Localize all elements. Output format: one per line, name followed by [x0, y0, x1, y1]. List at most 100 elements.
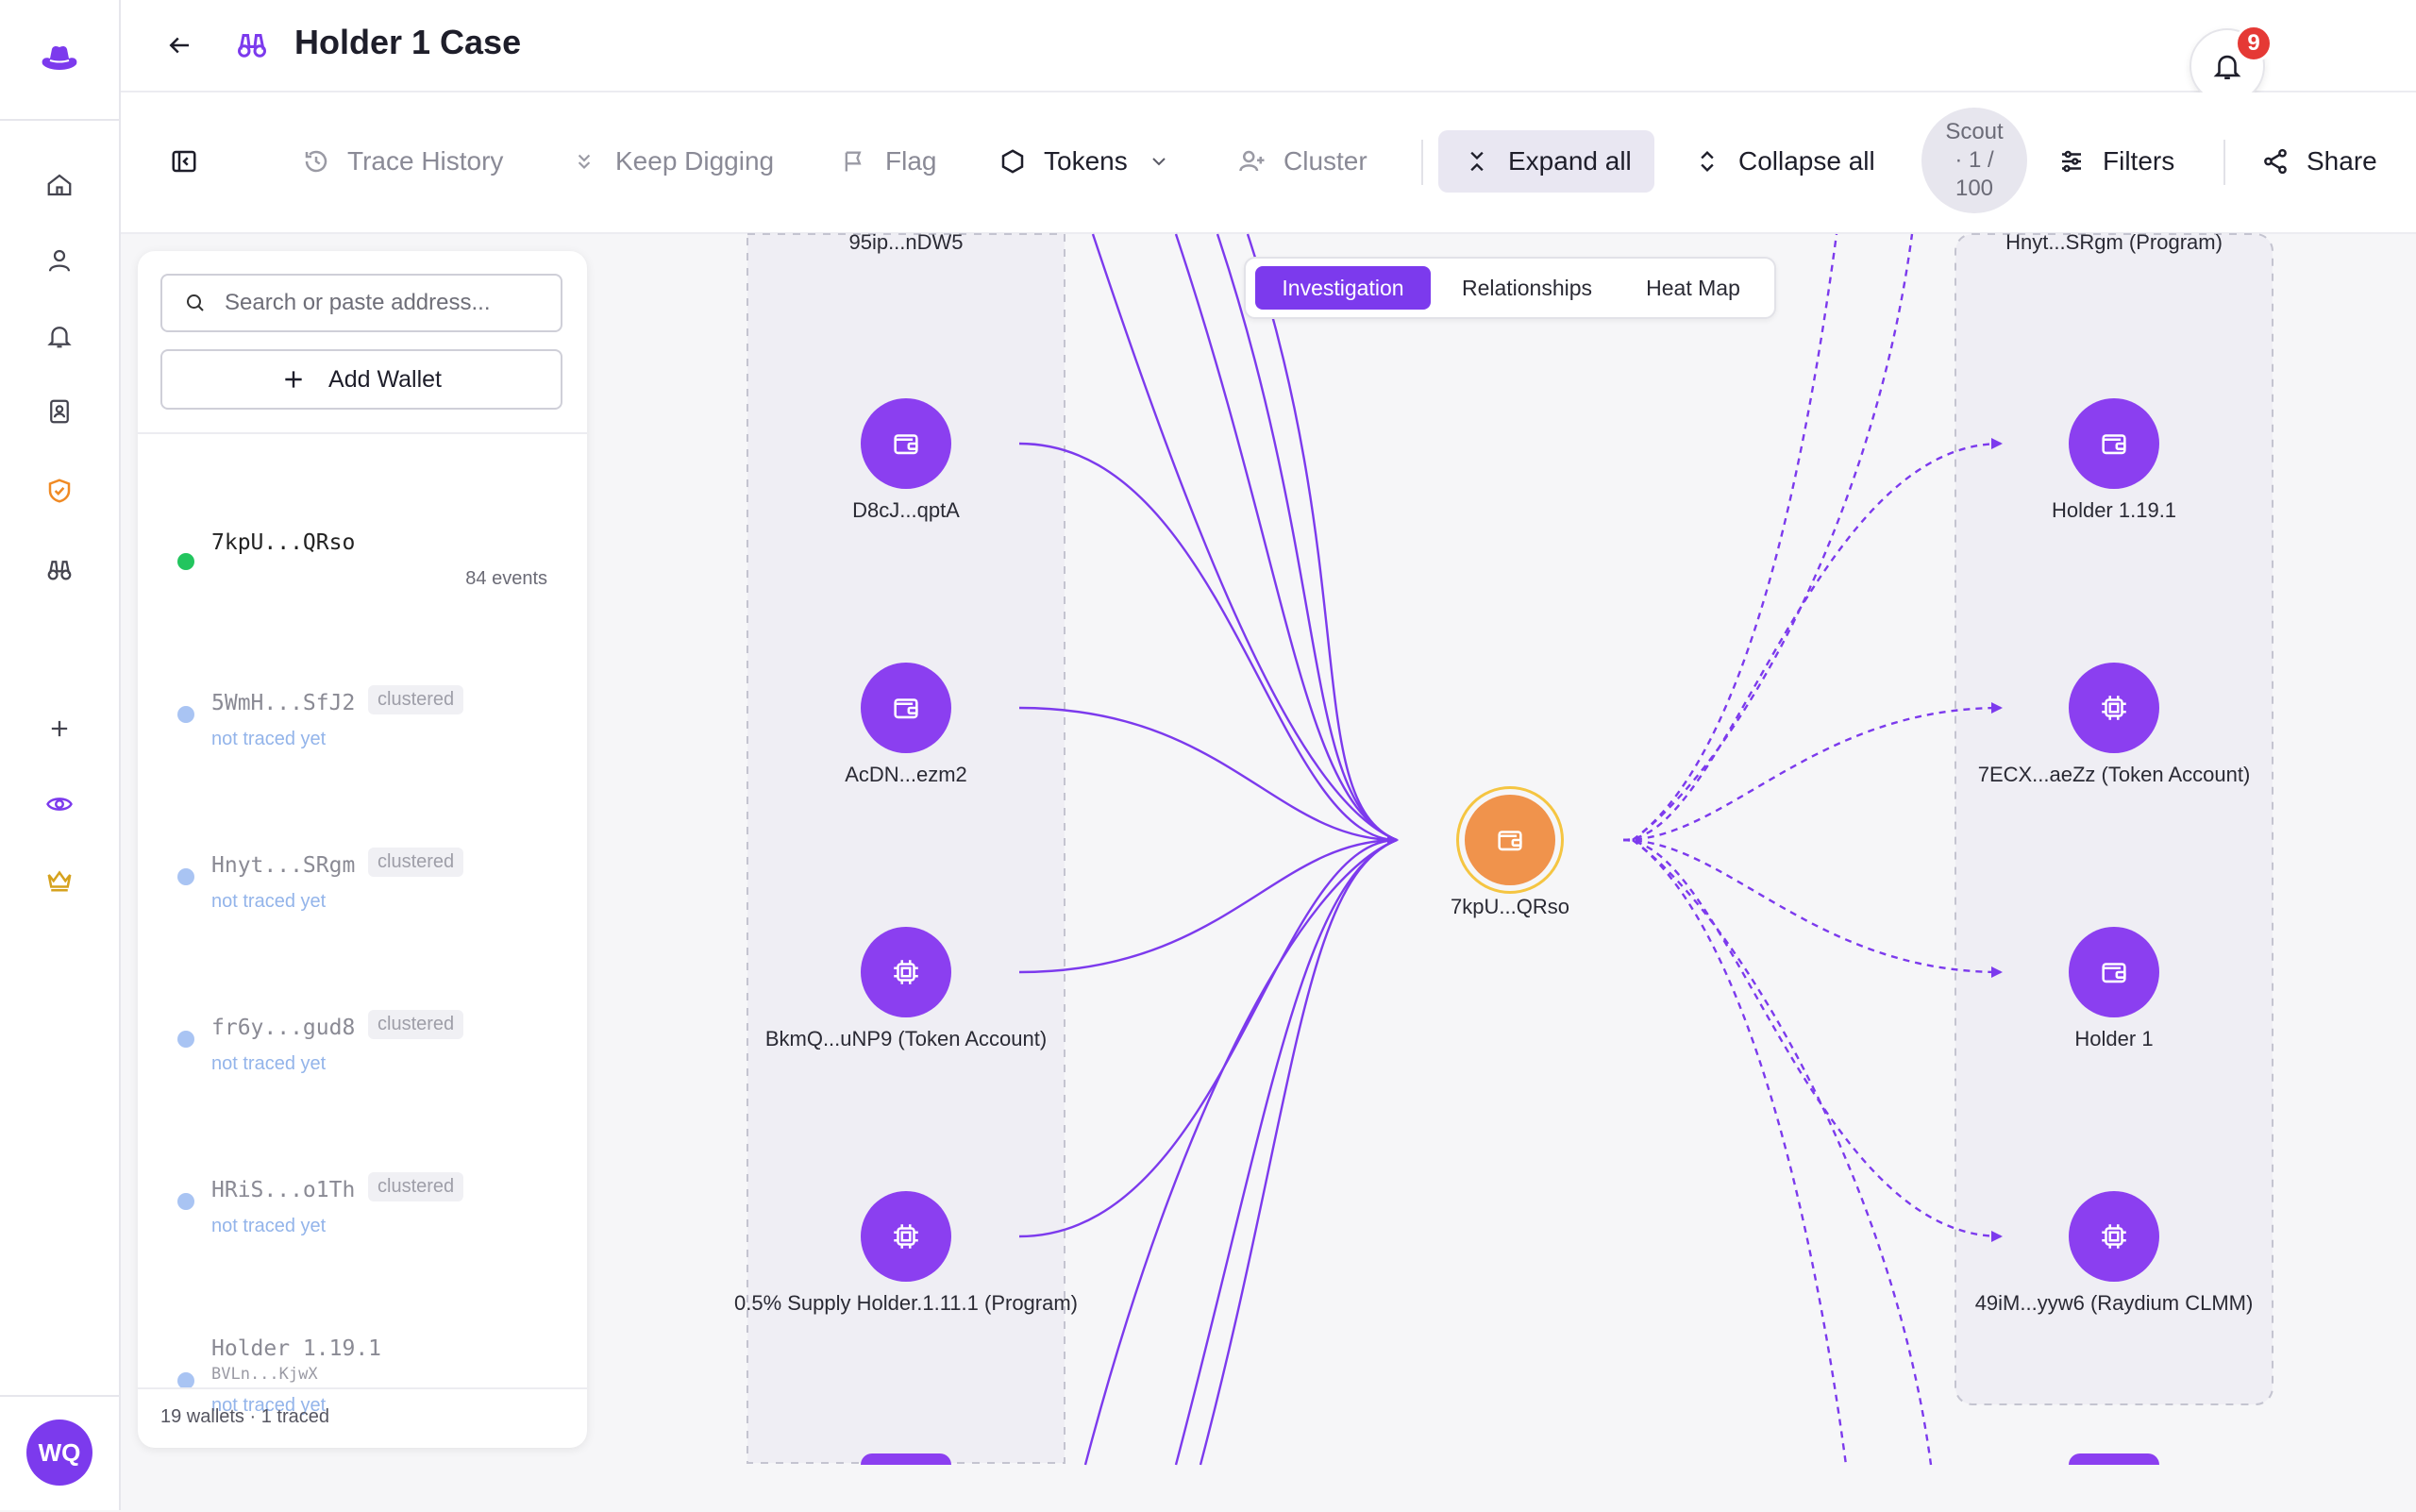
node-label: D8cJ...qptA: [852, 498, 960, 522]
sidebar-collapse-icon: [168, 145, 200, 177]
wallet-name: Holder 1.19.1: [211, 1336, 382, 1361]
wallet-icon: [890, 428, 922, 460]
keep-digging-label: Keep Digging: [615, 146, 775, 176]
page-title: Holder 1 Case: [294, 23, 522, 61]
graph-node[interactable]: [861, 1191, 951, 1282]
wallet-list-item[interactable]: HRiS...o1Th clustered not traced yet: [138, 1087, 587, 1236]
node-label: 49iM...yyw6 (Raydium CLMM): [1974, 1291, 2254, 1315]
node-label: Holder 1.19.1: [2051, 498, 2177, 522]
graph-node[interactable]: [2069, 398, 2159, 489]
incoming-edge: [1018, 706, 1399, 846]
wallet-icon: [890, 692, 922, 724]
avatar-initials: WQ: [38, 1437, 81, 1467]
wallet-list-item[interactable]: 7kpU...QRso 84 events: [138, 436, 587, 589]
binoculars-icon[interactable]: [37, 547, 82, 593]
wallet-list-item[interactable]: fr6y...gud8 clustered not traced yet: [138, 925, 587, 1074]
share-icon: [2259, 145, 2291, 177]
incoming-edge: [1174, 233, 1398, 842]
divider: [138, 432, 587, 434]
expand-icon: [1461, 145, 1493, 177]
graph-node[interactable]: [2069, 1453, 2159, 1465]
chip-icon: [890, 1220, 922, 1252]
search-input[interactable]: [223, 289, 547, 317]
graph-node[interactable]: [861, 398, 951, 489]
trace-status: not traced yet: [211, 729, 327, 749]
toggle-panel-button[interactable]: [168, 130, 200, 193]
wallet-list-item[interactable]: Hnyt...SRgm clustered not traced yet: [138, 763, 587, 912]
scout-limit: 100: [1955, 176, 1994, 201]
wallet-list-item[interactable]: 5WmH...SfJ2 clustered not traced yet: [138, 600, 587, 749]
arrow-left-icon: [169, 37, 189, 54]
flag-label: Flag: [885, 146, 937, 176]
node-label: 7ECX...aeZz (Token Account): [1977, 763, 2251, 786]
wallet-panel: Add Wallet 7kpU...QRso 84 events 5WmH...…: [138, 251, 587, 1448]
add-wallet-button[interactable]: Add Wallet: [160, 349, 562, 410]
search-field[interactable]: [160, 274, 562, 332]
tokens-label: Tokens: [1044, 146, 1128, 176]
graph-node[interactable]: [2069, 1191, 2159, 1282]
toolbar: Trace History Keep Digging Flag Tokens C…: [121, 92, 2416, 234]
node-label: Holder 1: [2074, 1027, 2154, 1050]
incoming-edge: [1091, 233, 1398, 842]
graph-node[interactable]: [861, 927, 951, 1017]
left-rail: WQ: [0, 0, 121, 1510]
history-icon: [300, 145, 332, 177]
add-icon[interactable]: [37, 706, 82, 751]
graph-node[interactable]: [861, 1453, 951, 1465]
avatar[interactable]: WQ: [26, 1420, 92, 1486]
expand-all-button[interactable]: Expand all: [1438, 130, 1654, 193]
tab-heat-map[interactable]: Heat Map: [1619, 266, 1767, 310]
trace-history-button[interactable]: Trace History: [300, 130, 503, 193]
graph-node[interactable]: [2069, 927, 2159, 1017]
collapse-all-label: Collapse all: [1738, 146, 1875, 176]
graph-node[interactable]: [861, 663, 951, 753]
keep-digging-button[interactable]: Keep Digging: [568, 130, 774, 193]
app-logo[interactable]: [0, 0, 119, 121]
node-label: AcDN...ezm2: [845, 763, 967, 786]
trace-status: not traced yet: [211, 1216, 327, 1236]
view-mode-tabs: Investigation Relationships Heat Map: [1244, 257, 1776, 319]
outgoing-edge: [1622, 838, 2003, 978]
cluster-button[interactable]: Cluster: [1236, 130, 1367, 193]
node-label: BkmQ...uNP9 (Token Account): [764, 1027, 1048, 1050]
outgoing-edge: [1632, 233, 1838, 841]
wallet-address: 7kpU...QRso: [211, 530, 356, 555]
wallet-address: Hnyt...SRgm: [211, 853, 356, 878]
contact-book-icon[interactable]: [37, 389, 82, 434]
eye-icon[interactable]: [37, 781, 82, 827]
shield-icon[interactable]: [37, 468, 82, 513]
tab-relationships[interactable]: Relationships: [1440, 266, 1614, 310]
filters-button[interactable]: Filters: [2055, 130, 2174, 193]
trace-history-label: Trace History: [347, 146, 504, 176]
scout-usage-counter: Scout · 1 / 100: [1921, 108, 2027, 213]
outgoing-edge: [1632, 839, 1933, 1466]
tokens-dropdown[interactable]: Tokens: [997, 130, 1175, 193]
graph-node[interactable]: [2069, 663, 2159, 753]
outgoing-edge: [1622, 702, 2003, 842]
chip-icon: [890, 956, 922, 988]
wallet-icon: [1494, 824, 1526, 856]
flag-button[interactable]: Flag: [838, 130, 936, 193]
wallet-list-item[interactable]: Holder 1.19.1 BVLn...KjwX not traced yet: [138, 1250, 587, 1416]
home-icon[interactable]: [37, 162, 82, 208]
user-icon[interactable]: [37, 238, 82, 283]
tab-investigation[interactable]: Investigation: [1255, 266, 1431, 310]
flag-icon: [838, 145, 870, 177]
incoming-edge: [1018, 834, 1399, 974]
chip-icon: [2098, 692, 2130, 724]
bell-icon[interactable]: [37, 313, 82, 359]
share-button[interactable]: Share: [2259, 130, 2377, 193]
clustered-badge: clustered: [368, 1172, 464, 1201]
status-dot: [177, 553, 194, 570]
wallet-address: 5WmH...SfJ2: [211, 691, 356, 715]
chip-icon: [2098, 1220, 2130, 1252]
crown-icon[interactable]: [37, 857, 82, 902]
wallet-icon: [2098, 428, 2130, 460]
incoming-edge: [1246, 233, 1398, 842]
event-count: 84 events: [465, 568, 547, 589]
center-wallet-node[interactable]: [1465, 795, 1555, 885]
collapse-all-button[interactable]: Collapse all: [1691, 130, 1875, 193]
collapse-icon: [1691, 145, 1723, 177]
back-button[interactable]: [160, 26, 198, 64]
incoming-edge: [1018, 442, 1399, 846]
